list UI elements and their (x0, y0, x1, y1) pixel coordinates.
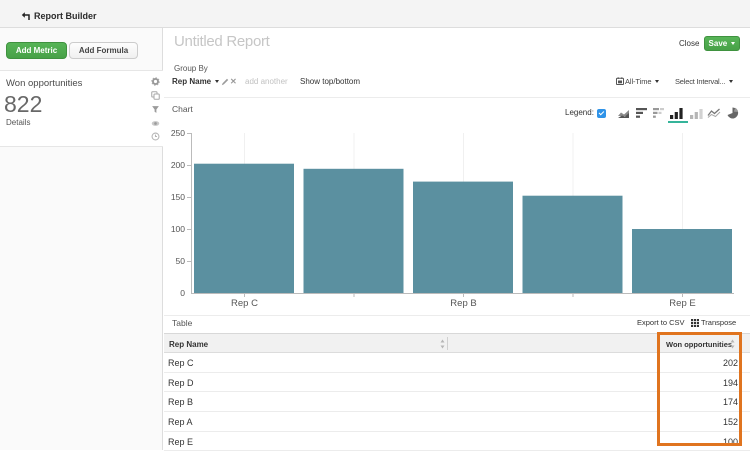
svg-text:100: 100 (171, 224, 185, 234)
svg-text:Rep C: Rep C (231, 298, 258, 309)
svg-text:200: 200 (171, 160, 185, 170)
svg-text:50: 50 (176, 256, 186, 266)
svg-text:Rep B: Rep B (450, 298, 476, 309)
svg-text:0: 0 (180, 288, 185, 298)
svg-text:250: 250 (171, 128, 185, 138)
svg-text:150: 150 (171, 192, 185, 202)
svg-text:Rep E: Rep E (669, 298, 695, 309)
